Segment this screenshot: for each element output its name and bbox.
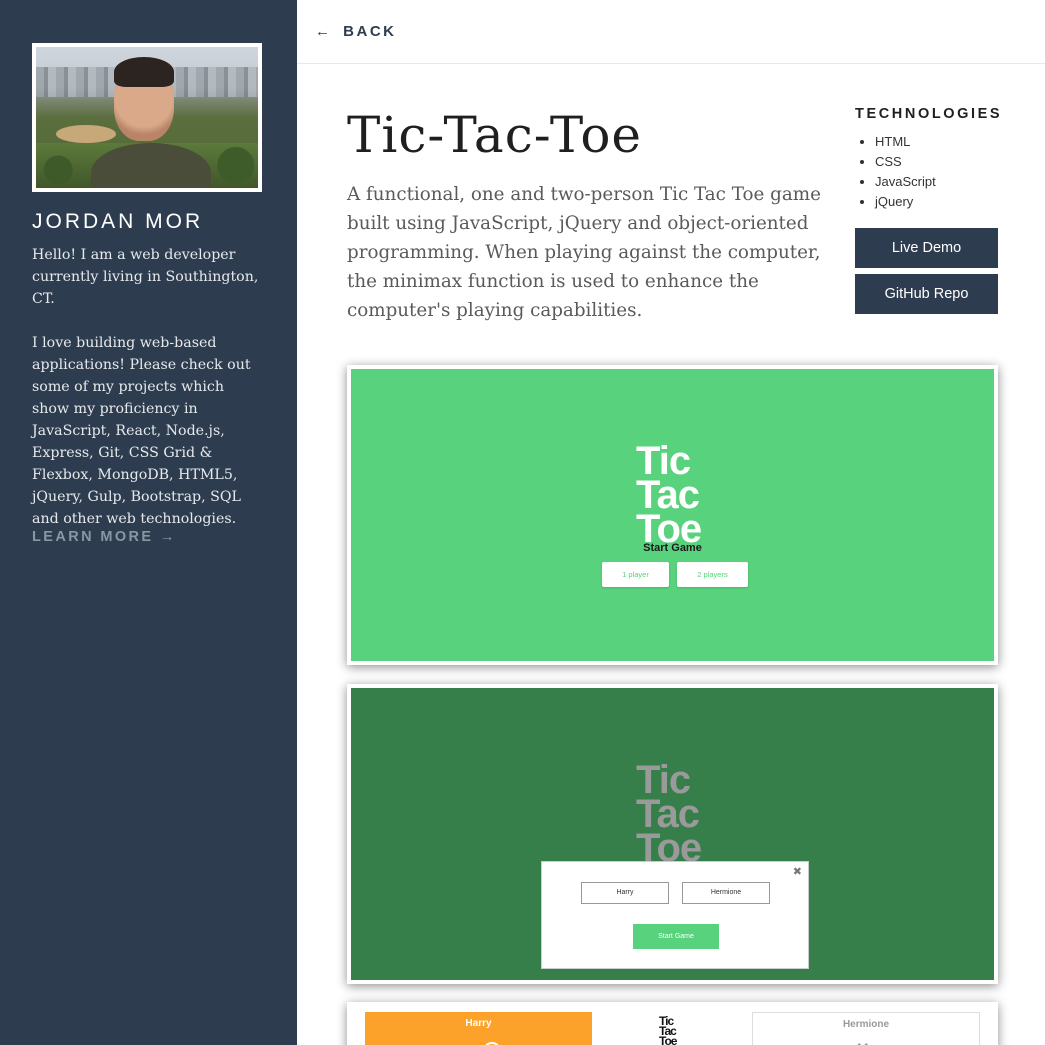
game-play-screen: Harry Tic Tac Toe Hermione ✕ <box>351 1006 994 1045</box>
close-icon: ✖ <box>792 866 802 878</box>
project-screenshot-names: Tic Tac Toe ✖ Harry Hermione Start Game <box>347 684 998 984</box>
player2-name-field: Hermione <box>682 882 770 904</box>
back-label: BACK <box>343 23 397 40</box>
bio-paragraph: Hello! I am a web developer currently li… <box>32 247 259 307</box>
player2-name: Hermione <box>842 1019 890 1030</box>
arrow-right-icon: → <box>159 529 177 545</box>
game-start-screen: Tic Tac Toe Start Game 1 player 2 player… <box>351 369 994 661</box>
arrow-left-icon: ← <box>315 23 333 40</box>
player1-name-field: Harry <box>581 882 669 904</box>
technology-item: JavaScript <box>875 172 936 192</box>
technologies-list: HTML CSS JavaScript jQuery <box>875 132 936 212</box>
author-bio: Hello! I am a web developer currently li… <box>32 244 264 530</box>
game-logo: Tic Tac Toe <box>636 439 702 551</box>
technology-item: CSS <box>875 152 936 172</box>
technologies-heading: TECHNOLOGIES <box>855 106 1003 122</box>
game-logo-dimmed: Tic Tac Toe <box>636 758 702 870</box>
player-names-modal: ✖ Harry Hermione Start Game <box>541 861 809 969</box>
one-player-button: 1 player <box>602 562 669 587</box>
github-repo-button[interactable]: GitHub Repo <box>855 274 998 314</box>
bio-paragraph: I love building web-based applications! … <box>32 335 251 527</box>
live-demo-button[interactable]: Live Demo <box>855 228 998 268</box>
profile-photo <box>32 43 262 192</box>
project-description: A functional, one and two-person Tic Tac… <box>347 184 821 321</box>
profile-photo-image <box>36 47 258 188</box>
learn-more-link[interactable]: LEARN MORE → <box>32 529 177 545</box>
game-logo-small: Tic Tac Toe <box>659 1014 677 1045</box>
sidebar: JORDAN MOR Hello! I am a web developer c… <box>0 0 297 1045</box>
game-names-screen: Tic Tac Toe ✖ Harry Hermione Start Game <box>351 688 994 980</box>
learn-more-label: LEARN MORE <box>32 529 154 545</box>
author-name: JORDAN MOR <box>32 210 204 233</box>
project-screenshot-gameplay: Harry Tic Tac Toe Hermione ✕ <box>347 1002 998 1045</box>
player1-panel: Harry <box>365 1012 592 1045</box>
player2-panel: Hermione ✕ <box>752 1012 980 1045</box>
technology-item: HTML <box>875 132 936 152</box>
top-bar: ← BACK <box>297 0 1045 64</box>
modal-start-game-button: Start Game <box>633 924 719 949</box>
technology-item: jQuery <box>875 192 936 212</box>
back-link[interactable]: ← BACK <box>315 23 397 40</box>
project-title: Tic-Tac-Toe <box>347 106 643 164</box>
two-players-button: 2 players <box>677 562 748 587</box>
project-screenshot-start: Tic Tac Toe Start Game 1 player 2 player… <box>347 365 998 665</box>
x-mark-icon: ✕ <box>856 1039 869 1045</box>
player1-name: Harry <box>465 1018 492 1029</box>
start-game-label: Start Game <box>643 542 702 554</box>
